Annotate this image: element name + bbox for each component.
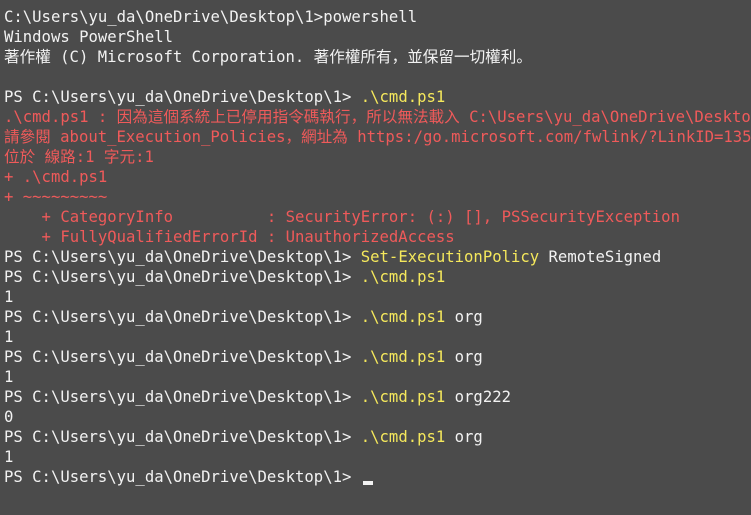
command-text: .\cmd.ps1 (360, 388, 446, 406)
console-text: org (445, 348, 483, 366)
console-text: PS C:\Users\yu_da\OneDrive\Desktop\1> (4, 308, 361, 326)
console-text: 著作權 (C) Microsoft Corporation. 著作權所有，並保留… (4, 48, 532, 66)
command-text: .\cmd.ps1 (360, 88, 446, 106)
error-text: .\cmd.ps1 : 因為這個系統上已停用指令碼執行，所以無法載入 C:\Us… (4, 108, 751, 126)
console-text: PS C:\Users\yu_da\OneDrive\Desktop\1> (4, 388, 361, 406)
console-line: PS C:\Users\yu_da\OneDrive\Desktop\1> Se… (4, 247, 751, 267)
console-text: PS C:\Users\yu_da\OneDrive\Desktop\1> (4, 428, 361, 446)
console-line: PS C:\Users\yu_da\OneDrive\Desktop\1> .\… (4, 427, 751, 447)
console-text: 1 (4, 448, 14, 466)
console-text: PS C:\Users\yu_da\OneDrive\Desktop\1> (4, 468, 361, 486)
powershell-console[interactable]: C:\Users\yu_da\OneDrive\Desktop\1>powers… (0, 0, 751, 515)
error-text: + CategoryInfo : SecurityError: (:) [], … (4, 208, 680, 226)
console-line: + CategoryInfo : SecurityError: (:) [], … (4, 207, 751, 227)
console-line: PS C:\Users\yu_da\OneDrive\Desktop\1> .\… (4, 87, 751, 107)
console-text: PS C:\Users\yu_da\OneDrive\Desktop\1> (4, 88, 361, 106)
console-line: 1 (4, 447, 751, 467)
error-text: + FullyQualifiedErrorId : UnauthorizedAc… (4, 228, 455, 246)
console-text: 1 (4, 328, 14, 346)
error-text: 請參閱 about_Execution_Policies，網址為 https:/… (4, 128, 751, 146)
console-line: 1 (4, 287, 751, 307)
console-line: .\cmd.ps1 : 因為這個系統上已停用指令碼執行，所以無法載入 C:\Us… (4, 107, 751, 127)
text-cursor (362, 481, 373, 485)
error-text: + ~~~~~~~~~ (4, 188, 108, 206)
command-text: .\cmd.ps1 (360, 308, 446, 326)
console-text: C:\Users\yu_da\OneDrive\Desktop\1>powers… (4, 8, 418, 26)
console-line: 位於 線路:1 字元:1 (4, 147, 751, 167)
console-text: org (445, 428, 483, 446)
console-line: PS C:\Users\yu_da\OneDrive\Desktop\1> .\… (4, 307, 751, 327)
console-line: PS C:\Users\yu_da\OneDrive\Desktop\1> .\… (4, 267, 751, 287)
console-text: org (445, 308, 483, 326)
console-line: PS C:\Users\yu_da\OneDrive\Desktop\1> (4, 467, 751, 487)
command-text: Set-ExecutionPolicy (360, 248, 540, 266)
console-text: PS C:\Users\yu_da\OneDrive\Desktop\1> (4, 248, 361, 266)
console-line: + .\cmd.ps1 (4, 167, 751, 187)
console-line: C:\Users\yu_da\OneDrive\Desktop\1>powers… (4, 7, 751, 27)
console-text: 0 (4, 408, 14, 426)
command-text: .\cmd.ps1 (360, 348, 446, 366)
console-line: 1 (4, 327, 751, 347)
console-text: Windows PowerShell (4, 28, 173, 46)
console-line: PS C:\Users\yu_da\OneDrive\Desktop\1> .\… (4, 347, 751, 367)
error-text: 位於 線路:1 字元:1 (4, 148, 154, 166)
command-text: .\cmd.ps1 (360, 428, 446, 446)
console-line: 0 (4, 407, 751, 427)
console-line: 1 (4, 367, 751, 387)
console-line: + FullyQualifiedErrorId : UnauthorizedAc… (4, 227, 751, 247)
error-text: + .\cmd.ps1 (4, 168, 108, 186)
console-line: 請參閱 about_Execution_Policies，網址為 https:/… (4, 127, 751, 147)
console-text: 1 (4, 288, 14, 306)
console-text: 1 (4, 368, 14, 386)
console-line: Windows PowerShell (4, 27, 751, 47)
console-line: + ~~~~~~~~~ (4, 187, 751, 207)
console-text: PS C:\Users\yu_da\OneDrive\Desktop\1> (4, 348, 361, 366)
command-text: .\cmd.ps1 (360, 268, 446, 286)
console-line: PS C:\Users\yu_da\OneDrive\Desktop\1> .\… (4, 387, 751, 407)
console-text: PS C:\Users\yu_da\OneDrive\Desktop\1> (4, 268, 361, 286)
console-text: RemoteSigned (539, 248, 662, 266)
console-line: 著作權 (C) Microsoft Corporation. 著作權所有，並保留… (4, 47, 751, 67)
console-text: org222 (445, 388, 511, 406)
